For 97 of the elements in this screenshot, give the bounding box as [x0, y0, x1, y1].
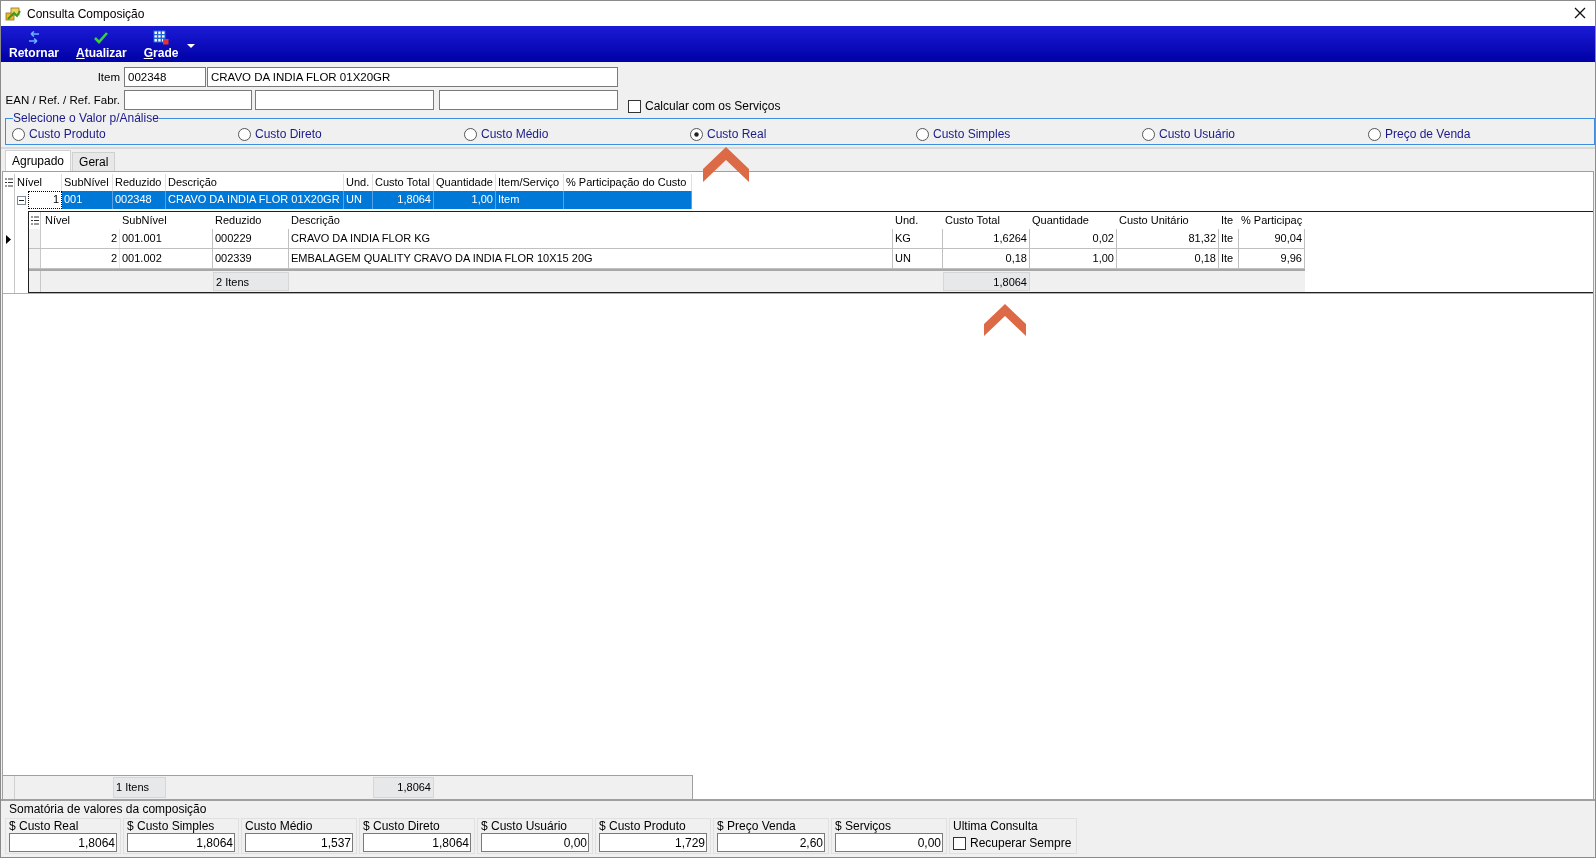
table-cell: 001.002 — [120, 249, 213, 268]
input-field[interactable]: 0,00 — [835, 833, 943, 852]
table-cell: 002348 — [113, 191, 166, 209]
checkbox[interactable] — [628, 99, 641, 113]
column-header[interactable]: Descrição — [289, 212, 893, 229]
table-cell: UN — [893, 249, 943, 268]
table-cell: EMBALAGEM QUALITY CRAVO DA INDIA FLOR 10X15 20G — [289, 249, 893, 268]
table-row[interactable]: 1 001 002348 CRAVO DA INDIA FLOR 01X20GR UN 1,8064 1,00 Item — [3, 191, 1593, 209]
input-field[interactable] — [124, 90, 252, 110]
input-field[interactable]: 2,60 — [717, 833, 825, 852]
column-header[interactable]: % Participaç — [1239, 212, 1305, 229]
field-label: $ Serviços — [835, 819, 893, 833]
column-header[interactable]: Custo Unitário — [1117, 212, 1219, 229]
table-cell: CRAVO DA INDIA FLOR KG — [289, 229, 893, 248]
table-cell: 81,32 — [1117, 229, 1219, 248]
column-header[interactable]: Ite — [1219, 212, 1239, 229]
column-header[interactable]: Nível — [41, 212, 120, 229]
input-field[interactable]: 1,8064 — [363, 833, 471, 852]
input-field[interactable]: CRAVO DA INDIA FLOR 01X20GR — [207, 67, 618, 87]
input-field[interactable]: 0,00 — [481, 833, 589, 852]
table-cell: Ite — [1219, 249, 1239, 268]
column-header[interactable]: Quantidade — [1030, 212, 1117, 229]
table-cell: 1,6264 — [943, 229, 1030, 248]
table-cell: UN — [344, 191, 373, 209]
radio-option[interactable]: Custo Real — [690, 126, 767, 142]
grid-table-icon — [153, 30, 170, 45]
row-header-cell[interactable] — [29, 229, 41, 248]
field-label: $ Custo Produto — [599, 819, 687, 833]
field-label: $ Custo Direto — [363, 819, 441, 833]
table-cell: 1 — [28, 191, 62, 209]
radio-option[interactable]: Custo Direto — [238, 126, 322, 142]
column-list-icon[interactable] — [30, 216, 39, 225]
field-label: Ultima Consulta — [953, 819, 1039, 833]
caret-icon[interactable] — [187, 44, 196, 48]
tab[interactable]: Agrupado — [5, 150, 72, 171]
table-cell: Ite — [1219, 229, 1239, 248]
input-field[interactable]: 002348 — [124, 67, 206, 87]
input-field[interactable] — [439, 90, 618, 110]
toolbar-button[interactable]: Grade — [142, 30, 180, 62]
summary-cell: 1,8064 — [373, 777, 434, 798]
table-cell: 0,18 — [943, 249, 1030, 268]
return-arrows-icon — [26, 31, 42, 45]
radio-option[interactable]: Preço de Venda — [1368, 126, 1471, 142]
table-cell: 1,00 — [1030, 249, 1117, 268]
table-cell: 9,96 — [1239, 249, 1305, 268]
field-label: EAN / Ref. / Ref. Fabr. — [4, 93, 120, 108]
checkbox-option[interactable]: Recuperar Sempre — [953, 836, 1073, 850]
app-icon — [5, 5, 21, 22]
table-cell: 001 — [62, 191, 113, 209]
table-cell: 0,02 — [1030, 229, 1117, 248]
table-cell: 001.001 — [120, 229, 213, 248]
section-title: Somatória de valores da composição — [9, 802, 208, 816]
input-field[interactable]: 1,537 — [245, 833, 353, 852]
field-label: Custo Médio — [245, 819, 314, 833]
table-cell: 002339 — [213, 249, 289, 268]
radio-option[interactable]: Custo Simples — [916, 126, 1011, 142]
column-header[interactable]: Reduzido — [213, 212, 289, 229]
table-cell: 90,04 — [1239, 229, 1305, 248]
table-cell: 000229 — [213, 229, 289, 248]
table-cell: CRAVO DA INDIA FLOR 01X20GR — [166, 191, 344, 209]
radio-option[interactable]: Custo Produto — [12, 126, 106, 142]
row-pointer-icon — [6, 235, 11, 244]
table-cell: 2 — [41, 229, 120, 248]
column-header[interactable]: Custo Total — [943, 212, 1030, 229]
collapse-icon[interactable] — [17, 195, 26, 205]
table-cell: 1,00 — [434, 191, 496, 209]
radio-option[interactable]: Custo Usuário — [1142, 126, 1236, 142]
group-title: Selecione o Valor p/Análise — [13, 112, 159, 125]
input-field[interactable]: 1,8064 — [9, 833, 117, 852]
field-label: $ Custo Real — [9, 819, 80, 833]
summary-cell: 2 Itens — [213, 272, 289, 291]
row-header-cell[interactable] — [29, 249, 41, 268]
summary-cell: 1 Itens — [113, 777, 166, 798]
input-field[interactable]: 1,8064 — [127, 833, 235, 852]
radio-option[interactable]: Custo Médio — [464, 126, 549, 142]
table-cell: 0,18 — [1117, 249, 1219, 268]
checkbox[interactable] — [953, 836, 966, 850]
checkbox-option[interactable]: Calcular com os Serviços — [628, 99, 781, 113]
table-cell: 1,8064 — [373, 191, 434, 209]
field-label: Item — [96, 70, 120, 85]
field-label: $ Preço Venda — [717, 819, 797, 833]
table-cell: Item — [496, 191, 564, 209]
input-field[interactable]: 1,729 — [599, 833, 707, 852]
column-header[interactable]: SubNível — [120, 212, 213, 229]
tab[interactable]: Geral — [72, 152, 116, 171]
table-cell: KG — [893, 229, 943, 248]
toolbar-button[interactable]: Retornar — [8, 31, 60, 62]
field-label: $ Custo Usuário — [481, 819, 569, 833]
toolbar-button[interactable]: Atualizar — [75, 31, 128, 62]
column-list-icon[interactable] — [4, 178, 13, 187]
table-cell: 2 — [41, 249, 120, 268]
window-title: Consulta Composição — [27, 6, 145, 21]
column-header[interactable]: Und. — [893, 212, 943, 229]
check-icon — [93, 31, 110, 45]
field-label: $ Custo Simples — [127, 819, 216, 833]
close-icon[interactable] — [1574, 7, 1586, 19]
input-field[interactable] — [255, 90, 434, 110]
